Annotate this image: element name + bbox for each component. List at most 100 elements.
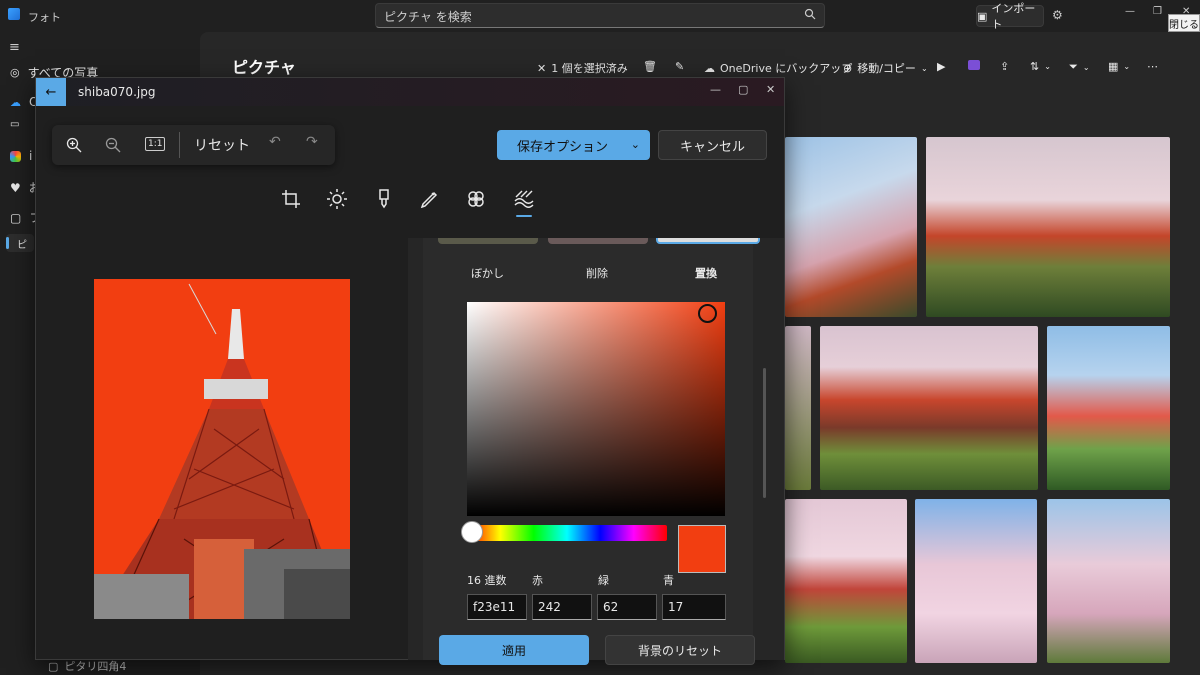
- markup-pen-icon[interactable]: [418, 187, 442, 211]
- red-label: 赤: [532, 574, 543, 587]
- import-button[interactable]: ▣ インポート: [976, 2, 1044, 31]
- blur-option-label: ぼかし: [471, 267, 504, 280]
- heart-icon: ♥: [10, 180, 21, 195]
- backup-label: OneDrive にバックアップ: [720, 62, 853, 75]
- share-icon[interactable]: ⇪: [1000, 60, 1009, 73]
- toolbar-divider: [179, 132, 180, 158]
- folder-icon: ▢: [10, 210, 22, 225]
- photo-thumbnail[interactable]: [820, 326, 1038, 490]
- save-options-label: 保存オプション: [517, 139, 609, 155]
- apply-button[interactable]: 適用: [439, 635, 589, 665]
- hamburger-menu-icon[interactable]: ≡: [9, 40, 20, 55]
- clipchamp-icon[interactable]: [968, 60, 980, 70]
- photo-thumbnail[interactable]: [926, 137, 1170, 317]
- crop-icon[interactable]: [279, 187, 303, 211]
- cancel-button[interactable]: キャンセル: [658, 130, 767, 160]
- zoom-out-icon[interactable]: [105, 137, 121, 153]
- hex-label: 16 進数: [467, 574, 507, 587]
- edit-icon[interactable]: ✎: [675, 60, 684, 73]
- hue-slider[interactable]: [461, 521, 667, 543]
- chevron-down-icon: ⌄: [920, 63, 928, 73]
- settings-gear-icon[interactable]: ⚙: [1052, 8, 1063, 22]
- cloud-icon: ☁: [10, 95, 21, 109]
- move-copy-button[interactable]: ⊕ 移動/コピー ⌄: [843, 60, 928, 76]
- app-title: フォト: [28, 11, 61, 24]
- reset-background-button[interactable]: 背景のリセット: [605, 635, 755, 665]
- hue-slider-knob[interactable]: [461, 521, 483, 543]
- undo-icon[interactable]: ↶: [269, 134, 281, 150]
- close-tooltip: 閉じる: [1168, 14, 1200, 32]
- nav-item-label: i: [29, 149, 33, 163]
- photos-app: フォト ピクチャ を検索 ▣ インポート ⚙ — ❐ ✕ 閉じる ≡ ◎ すべて…: [0, 0, 1200, 675]
- import-icon: ▣: [977, 9, 988, 23]
- nav-item-icloud[interactable]: i: [10, 149, 32, 163]
- clear-selection-button[interactable]: ✕ 1 個を選択済み: [537, 60, 628, 76]
- close-icon: ✕: [537, 61, 547, 75]
- selected-color-swatch: [678, 525, 726, 573]
- close-icon[interactable]: ✕: [766, 83, 775, 96]
- replace-option-label: 置換: [695, 267, 717, 280]
- minimize-icon[interactable]: —: [710, 83, 721, 96]
- minimize-icon[interactable]: —: [1125, 6, 1135, 17]
- icloud-icon: [10, 150, 21, 162]
- remove-option-preview[interactable]: [548, 238, 648, 244]
- redo-icon[interactable]: ↷: [306, 134, 318, 150]
- blue-field[interactable]: 17: [662, 594, 726, 620]
- chevron-down-icon: ⌄: [630, 138, 640, 151]
- filter-icon[interactable]: [464, 187, 488, 211]
- folder-icon: ▭: [10, 119, 20, 130]
- zoom-toolbar: 1:1 リセット ↶ ↷: [52, 125, 335, 165]
- blur-option-preview[interactable]: [438, 238, 538, 244]
- actual-size-icon[interactable]: 1:1: [145, 137, 166, 151]
- move-icon: ⊕: [843, 61, 853, 75]
- photo-thumbnail[interactable]: [1047, 326, 1170, 490]
- folder-icon: ▢: [48, 659, 59, 673]
- hex-field[interactable]: f23e11: [467, 594, 527, 620]
- move-copy-label: 移動/コピー: [857, 62, 916, 75]
- maximize-icon[interactable]: ▢: [738, 83, 748, 96]
- photo-thumbnail[interactable]: [785, 326, 811, 490]
- sort-icon[interactable]: ⇅ ⌄: [1030, 60, 1051, 73]
- more-options-icon[interactable]: ⋯: [1147, 60, 1158, 73]
- photos-icon: ◎: [10, 66, 20, 79]
- photo-thumbnail[interactable]: [785, 499, 907, 663]
- photo-thumbnail[interactable]: [1047, 499, 1170, 663]
- panel-scrollbar[interactable]: [763, 368, 766, 498]
- onedrive-backup-button[interactable]: ☁ OneDrive にバックアップ: [704, 60, 852, 76]
- nav-item-sub[interactable]: ▭: [10, 119, 19, 130]
- nav-item-label: ピ: [17, 239, 27, 251]
- tokyo-tower-image: [94, 279, 350, 619]
- slideshow-icon[interactable]: ▶: [937, 60, 945, 73]
- search-placeholder: ピクチャ を検索: [384, 10, 472, 24]
- maximize-icon[interactable]: ❐: [1153, 6, 1162, 17]
- folder-label: ピタリ四角4: [64, 660, 127, 673]
- retouch-brush-icon[interactable]: [372, 187, 396, 211]
- active-tool-indicator: [516, 215, 532, 217]
- nav-item-folder-bottom[interactable]: ▢ ピタリ四角4: [48, 658, 126, 674]
- selection-indicator: [6, 237, 9, 249]
- filter-icon[interactable]: ⏷ ⌄: [1069, 60, 1090, 74]
- color-picker-cursor[interactable]: [698, 304, 717, 323]
- import-label: インポート: [991, 2, 1036, 31]
- green-field[interactable]: 62: [597, 594, 657, 620]
- save-options-button[interactable]: 保存オプション ⌄: [497, 130, 650, 160]
- search-input[interactable]: ピクチャ を検索: [375, 3, 825, 28]
- nav-item-pictures[interactable]: ピ: [6, 234, 34, 252]
- green-label: 緑: [598, 574, 609, 587]
- brightness-icon[interactable]: [325, 187, 349, 211]
- zoom-in-icon[interactable]: [66, 137, 82, 153]
- red-field[interactable]: 242: [532, 594, 592, 620]
- saturation-value-picker[interactable]: [467, 302, 725, 516]
- replace-option-preview[interactable]: [656, 238, 760, 244]
- view-options-icon[interactable]: ▦ ⌄: [1108, 60, 1130, 73]
- photo-grid: [785, 137, 1200, 675]
- photo-editor-window: ← shiba070.jpg — ▢ ✕ 1:1 リセット ↶ ↷ 保存オプショ…: [35, 77, 785, 665]
- background-blur-icon[interactable]: [512, 187, 536, 211]
- back-arrow-icon[interactable]: ←: [36, 78, 66, 106]
- search-icon[interactable]: [804, 8, 816, 20]
- selected-count: 1 個を選択済み: [551, 62, 628, 75]
- photo-thumbnail[interactable]: [915, 499, 1037, 663]
- photo-thumbnail[interactable]: [785, 137, 917, 317]
- reset-button[interactable]: リセット: [194, 135, 250, 155]
- delete-icon[interactable]: 🗑: [643, 60, 657, 73]
